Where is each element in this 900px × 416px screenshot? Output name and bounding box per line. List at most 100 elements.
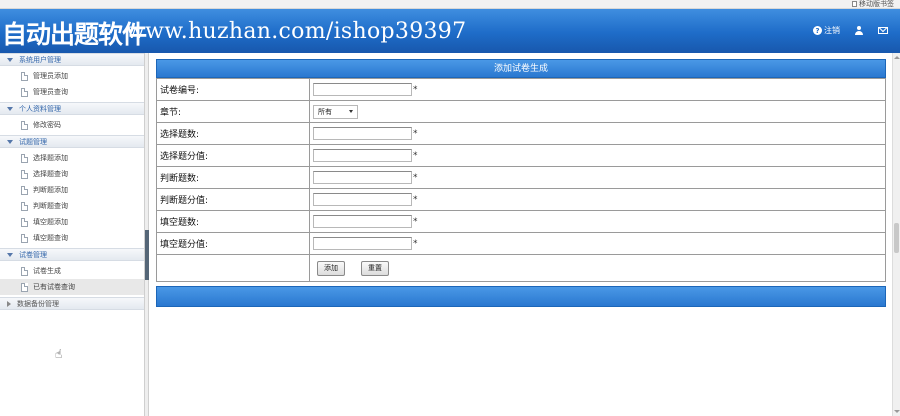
sidebar: 系统用户管理 管理员添加 管理员查询 个人资料管理 修改密码 试题管理 选择题添…	[0, 53, 145, 416]
field-label: 填空题数:	[156, 210, 310, 233]
sidebar-group-profile[interactable]: 个人资料管理	[0, 102, 144, 115]
folder-icon	[852, 1, 857, 7]
fill-score-input[interactable]	[313, 237, 412, 250]
document-icon	[21, 87, 28, 97]
required-mark: *	[413, 128, 418, 139]
button-cell: 添加 重置	[309, 254, 886, 282]
mobile-bookmarks-label: 移动版书签	[859, 0, 894, 8]
sidebar-item-choice-add[interactable]: 选择题添加	[0, 150, 144, 166]
sidebar-group-backup[interactable]: 数据备份管理	[0, 297, 144, 310]
mail-icon[interactable]	[878, 27, 888, 34]
field-label: 填空题分值:	[156, 232, 310, 255]
choice-count-input[interactable]	[313, 127, 412, 140]
reset-button[interactable]: 重置	[361, 260, 389, 276]
chapter-selected-value: 所有	[318, 107, 332, 116]
logout-button[interactable]: ? 注销	[813, 25, 840, 36]
scroll-thumb[interactable]	[894, 223, 899, 253]
sidebar-group-questions[interactable]: 试题管理	[0, 135, 144, 148]
sidebar-group-label: 个人资料管理	[19, 104, 61, 113]
chevron-down-icon	[349, 110, 353, 113]
sidebar-item-label: 已有试卷查询	[33, 283, 75, 291]
sidebar-item-admin-query[interactable]: 管理员查询	[0, 84, 144, 100]
splitter-handle[interactable]	[145, 230, 149, 280]
sidebar-group-label: 试卷管理	[19, 250, 47, 259]
required-mark: *	[413, 216, 418, 227]
sidebar-item-label: 选择题添加	[33, 154, 68, 162]
scroll-down-icon[interactable]	[894, 410, 900, 413]
sidebar-group-label: 系统用户管理	[19, 55, 61, 64]
form-button-row: 添加 重置	[156, 254, 886, 282]
sidebar-group-items: 选择题添加 选择题查询 判断题添加 判断题查询 填空题添加 填空题查询	[0, 148, 144, 248]
judge-score-input[interactable]	[313, 193, 412, 206]
app-header: 自动出题软件 www.huzhan.com/ishop39397 ? 注销	[0, 9, 900, 53]
field-label: 判断题数:	[156, 166, 310, 189]
field-cell: *	[309, 144, 886, 167]
sidebar-item-judge-query[interactable]: 判断题查询	[0, 198, 144, 214]
form-row: 选择题数: *	[156, 122, 886, 145]
help-icon: ?	[813, 26, 822, 35]
document-icon	[21, 282, 28, 292]
expand-icon	[7, 252, 13, 257]
sidebar-group-papers[interactable]: 试卷管理	[0, 248, 144, 261]
sidebar-item-paper-generate[interactable]: 试卷生成	[0, 263, 144, 279]
fill-count-input[interactable]	[313, 215, 412, 228]
expand-icon	[7, 57, 13, 62]
form-row: 选择题分值: *	[156, 144, 886, 167]
hand-cursor-icon: ☝	[55, 347, 63, 361]
brand-title: 自动出题软件	[2, 20, 147, 49]
field-cell: *	[309, 188, 886, 211]
chapter-select[interactable]: 所有	[313, 104, 358, 119]
form-row: 章节: 所有	[156, 100, 886, 123]
sidebar-group-items: 试卷生成 已有试卷查询	[0, 261, 144, 297]
field-label: 选择题数:	[156, 122, 310, 145]
required-mark: *	[413, 150, 418, 161]
field-cell: *	[309, 232, 886, 255]
user-icon[interactable]	[854, 25, 864, 36]
sidebar-item-label: 填空题添加	[33, 218, 68, 226]
document-icon	[21, 217, 28, 227]
document-icon	[21, 169, 28, 179]
form-row: 判断题数: *	[156, 166, 886, 189]
judge-count-input[interactable]	[313, 171, 412, 184]
sidebar-item-fill-add[interactable]: 填空题添加	[0, 214, 144, 230]
sidebar-group-system-users[interactable]: 系统用户管理	[0, 53, 144, 66]
header-actions: ? 注销	[813, 25, 888, 36]
empty-cell	[156, 254, 310, 282]
vertical-scrollbar[interactable]	[892, 53, 900, 416]
field-label: 选择题分值:	[156, 144, 310, 167]
main-content: 添加试卷生成 试卷编号: * 章节: 所有 选择题数: * 选择题分值: * 判…	[150, 53, 892, 416]
document-icon	[21, 185, 28, 195]
document-icon	[21, 201, 28, 211]
sidebar-item-choice-query[interactable]: 选择题查询	[0, 166, 144, 182]
expand-icon	[7, 106, 13, 111]
sidebar-item-change-password[interactable]: 修改密码	[0, 117, 144, 133]
sidebar-item-paper-query[interactable]: 已有试卷查询	[0, 279, 144, 295]
collapsed-icon	[7, 300, 11, 307]
scroll-up-icon[interactable]	[894, 56, 900, 59]
form-title: 添加试卷生成	[156, 59, 886, 78]
add-button[interactable]: 添加	[317, 260, 345, 276]
document-icon	[21, 120, 28, 130]
field-cell: *	[309, 210, 886, 233]
form-row: 判断题分值: *	[156, 188, 886, 211]
sidebar-item-fill-query[interactable]: 填空题查询	[0, 230, 144, 246]
sidebar-group-label: 数据备份管理	[17, 299, 59, 308]
sidebar-item-label: 判断题查询	[33, 202, 68, 210]
required-mark: *	[413, 84, 418, 95]
paper-number-input[interactable]	[313, 83, 412, 96]
sidebar-group-items: 修改密码	[0, 115, 144, 135]
sidebar-item-label: 填空题查询	[33, 234, 68, 242]
sidebar-item-label: 判断题添加	[33, 186, 68, 194]
choice-score-input[interactable]	[313, 149, 412, 162]
paper-generate-form: 添加试卷生成 试卷编号: * 章节: 所有 选择题数: * 选择题分值: * 判…	[156, 59, 886, 307]
mobile-bookmarks-link[interactable]: 移动版书签	[852, 0, 894, 9]
logout-label: 注销	[824, 26, 840, 35]
field-label: 判断题分值:	[156, 188, 310, 211]
sidebar-item-admin-add[interactable]: 管理员添加	[0, 68, 144, 84]
sidebar-item-judge-add[interactable]: 判断题添加	[0, 182, 144, 198]
required-mark: *	[413, 194, 418, 205]
sidebar-splitter[interactable]	[145, 53, 149, 416]
form-footer-bar	[156, 286, 886, 307]
expand-icon	[7, 139, 13, 144]
document-icon	[21, 71, 28, 81]
